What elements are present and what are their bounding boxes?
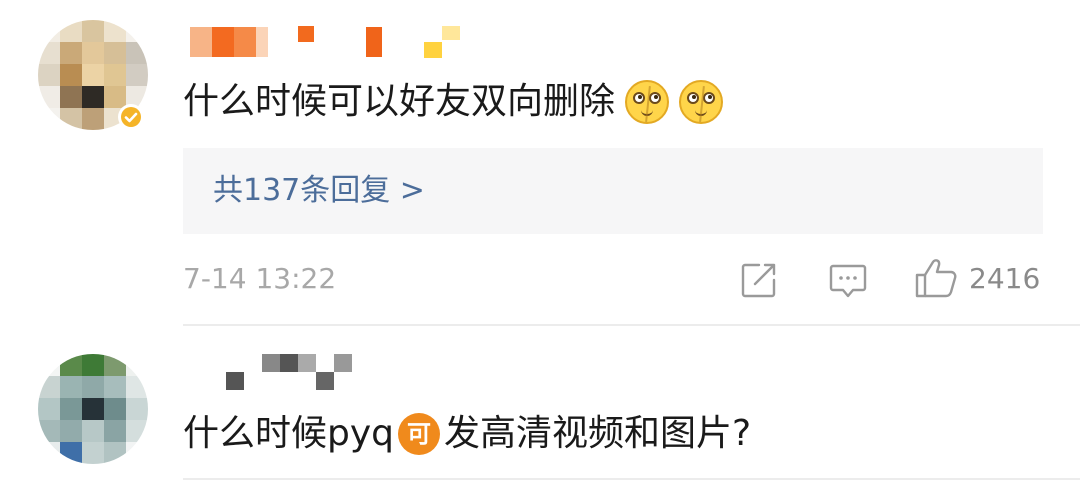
thumbs-up-icon <box>915 258 957 298</box>
comment-icon[interactable] <box>829 264 867 298</box>
crying-laugh-emoji-icon <box>625 80 670 124</box>
ke-badge-icon: 可 <box>398 413 441 455</box>
comment-2: 什么时候pyq 可 发高清视频和图片? <box>0 326 1080 482</box>
divider <box>183 478 1080 480</box>
username-mosaic[interactable] <box>226 354 352 390</box>
comment-body: 什么时候可以好友双向删除 <box>183 81 616 122</box>
comment-text: 什么时候pyq 可 发高清视频和图片? <box>183 412 751 456</box>
share-icon[interactable] <box>741 262 777 298</box>
comment-body-start: 什么时候pyq <box>183 413 395 454</box>
comment-body-end: 发高清视频和图片? <box>444 413 752 454</box>
avatar[interactable] <box>38 354 148 464</box>
comment-text: 什么时候可以好友双向删除 <box>183 80 724 124</box>
like-count: 2416 <box>969 261 1041 295</box>
like-button[interactable]: 2416 <box>915 258 1040 298</box>
timestamp: 7-14 13:22 <box>183 262 337 295</box>
crying-laugh-emoji-icon <box>679 80 724 124</box>
username-mosaic[interactable] <box>190 26 460 58</box>
view-replies-link[interactable]: 共137条回复 > <box>183 148 1043 234</box>
comment-1: 什么时候可以好友双向删除 共137条回复 > 7-14 13:22 2416 <box>0 0 1080 326</box>
verified-badge-icon <box>118 104 144 130</box>
replies-box[interactable]: 共137条回复 > <box>183 148 1043 234</box>
